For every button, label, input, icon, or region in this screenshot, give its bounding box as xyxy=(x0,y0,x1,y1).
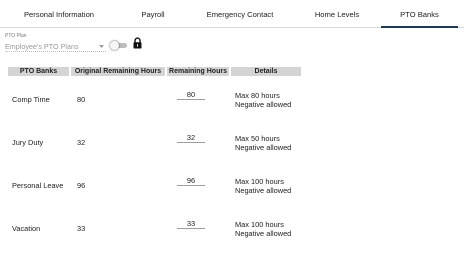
tab-personal-information[interactable]: Personal Information xyxy=(10,0,108,28)
row-jury-duty-details-max: Max 50 hours xyxy=(235,134,280,143)
row-vacation-bank: Vacation xyxy=(12,224,41,233)
row-vacation-remaining-input[interactable]: 33 xyxy=(177,219,205,229)
pto-plan-select[interactable]: Employee's PTO Plans xyxy=(5,41,106,52)
tab-bar: Personal Information Payroll Emergency C… xyxy=(0,0,464,28)
header-original-remaining-hours: Original Remaining Hours xyxy=(71,67,165,76)
row-jury-duty-bank: Jury Duty xyxy=(12,138,44,147)
chevron-down-icon xyxy=(99,45,104,48)
header-remaining-hours: Remaining Hours xyxy=(167,67,229,76)
row-personal-leave-bank: Personal Leave xyxy=(12,181,64,190)
row-jury-duty-details-negative: Negative allowed xyxy=(235,143,292,152)
tab-emergency-contact[interactable]: Emergency Contact xyxy=(196,0,284,28)
row-comp-time-details-max: Max 80 hours xyxy=(235,91,280,100)
pto-plan-placeholder: Employee's PTO Plans xyxy=(5,42,79,51)
row-comp-time-details-negative: Negative allowed xyxy=(235,100,292,109)
row-vacation-original: 33 xyxy=(77,224,86,233)
toggle-knob xyxy=(110,41,119,50)
header-pto-banks: PTO Banks xyxy=(8,67,69,76)
pto-plan-toggle[interactable] xyxy=(110,41,128,50)
tab-pto-banks[interactable]: PTO Banks xyxy=(381,0,458,28)
tab-home-levels[interactable]: Home Levels xyxy=(304,0,370,28)
row-personal-leave-details-negative: Negative allowed xyxy=(235,186,292,195)
row-comp-time-remaining-input[interactable]: 80 xyxy=(177,90,205,100)
row-jury-duty-remaining-input[interactable]: 32 xyxy=(177,133,205,143)
row-comp-time-original: 80 xyxy=(77,95,86,104)
header-details: Details xyxy=(231,67,301,76)
pto-plan-label: PTO Plan xyxy=(5,33,27,39)
row-jury-duty-original: 32 xyxy=(77,138,86,147)
row-vacation-details-max: Max 100 hours xyxy=(235,220,284,229)
row-personal-leave-remaining-input[interactable]: 96 xyxy=(177,176,205,186)
row-comp-time-bank: Comp Time xyxy=(12,95,50,104)
lock-icon[interactable] xyxy=(132,37,143,49)
row-vacation-details-negative: Negative allowed xyxy=(235,229,292,238)
row-personal-leave-original: 96 xyxy=(77,181,86,190)
tab-payroll[interactable]: Payroll xyxy=(130,0,176,28)
row-personal-leave-details-max: Max 100 hours xyxy=(235,177,284,186)
